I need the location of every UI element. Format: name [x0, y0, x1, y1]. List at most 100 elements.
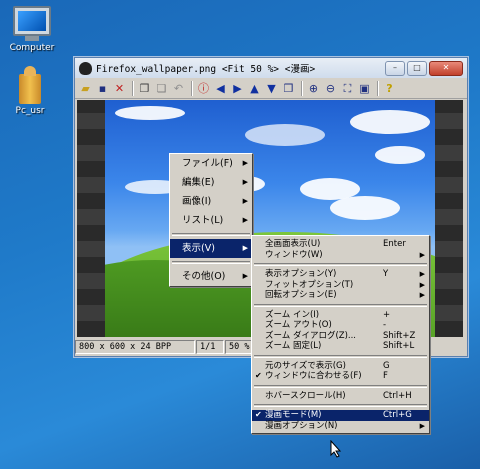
checkmark-icon: ✔ — [255, 410, 262, 419]
arrow-down-icon[interactable]: ▼ — [264, 81, 279, 96]
submenu-arrow-icon: ▶ — [419, 280, 425, 289]
mouse-cursor-icon — [330, 440, 342, 458]
delete-icon[interactable]: ✕ — [112, 81, 127, 96]
info-icon[interactable]: ⓘ — [196, 81, 211, 96]
menu-shortcut: Enter — [383, 239, 406, 249]
toolbar: ▰ ▪ ✕ ❐ ❏ ↶ ⓘ ◀ ▶ ▲ ▼ ❒ ⊕ ⊖ ⛶ ▣ ? — [75, 78, 467, 99]
submenu-arrow-icon: ▶ — [419, 421, 425, 430]
desktop-icon-computer[interactable]: Computer — [2, 6, 62, 53]
menu-item-zoom-in[interactable]: ズーム イン(I) + — [252, 310, 429, 321]
arrow-left-icon[interactable]: ◀ — [213, 81, 228, 96]
menu-item-zoom-lock[interactable]: ズーム 固定(L) Shift+L — [252, 341, 429, 352]
menu-item-fit-options[interactable]: フィットオプション(T) ▶ — [252, 280, 429, 291]
submenu-arrow-icon: ▶ — [242, 216, 248, 224]
menu-shortcut: - — [383, 320, 387, 330]
window-icon[interactable]: ❒ — [281, 81, 296, 96]
menu-item-label: 編集(E) — [182, 177, 215, 188]
submenu-arrow-icon: ▶ — [242, 159, 248, 167]
menu-item-label: フィットオプション(T) — [265, 279, 354, 290]
paste-icon[interactable]: ❏ — [154, 81, 169, 96]
menu-item-label: 表示オプション(Y) — [265, 269, 337, 279]
menu-item-file[interactable]: ファイル(F) ▶ — [170, 154, 252, 173]
checkmark-icon: ✔ — [255, 371, 262, 380]
submenu-arrow-icon: ▶ — [419, 250, 425, 259]
view-submenu: 全画面表示(U) Enter ウィンドウ(W) ▶ 表示オプション(Y) Y ▶ フィッ… — [251, 235, 430, 434]
menu-item-manga-options[interactable]: 漫画オプション(N) ▶ — [252, 421, 429, 432]
menu-item-fullscreen[interactable]: 全画面表示(U) Enter — [252, 239, 429, 250]
menu-item-display-options[interactable]: 表示オプション(Y) Y ▶ — [252, 269, 429, 280]
menu-item-image[interactable]: 画像(I) ▶ — [170, 192, 252, 211]
desktop-icon-label: Pc_usr — [15, 106, 45, 116]
submenu-arrow-icon: ▶ — [419, 291, 425, 299]
checker-background — [77, 100, 105, 337]
menu-item-zoom-out[interactable]: ズーム アウト(O) - — [252, 320, 429, 331]
save-icon[interactable]: ▪ — [95, 81, 110, 96]
menu-item-manga-mode[interactable]: ✔ 漫画モード(M) Ctrl+G — [252, 410, 429, 421]
menu-item-list[interactable]: リスト(L) ▶ — [170, 211, 252, 230]
menu-item-label: リスト(L) — [182, 215, 224, 226]
window-title: Firefox_wallpaper.png <Fit 50 %> <漫画> — [96, 64, 316, 75]
menu-item-label: ホバースクロール(H) — [265, 390, 346, 401]
computer-icon — [12, 6, 52, 41]
menu-item-label: ウィンドウに合わせる(F) — [265, 371, 362, 381]
menu-separator — [172, 233, 250, 236]
menu-item-label: 漫画オプション(N) — [265, 420, 338, 431]
menu-item-rotate-options[interactable]: 回転オプション(E) ▶ — [252, 290, 429, 301]
user-folder-icon — [19, 66, 41, 104]
close-button[interactable]: ✕ — [429, 60, 463, 76]
copy-icon[interactable]: ❐ — [137, 81, 152, 96]
context-menu: ファイル(F) ▶ 編集(E) ▶ 画像(I) ▶ リスト(L) ▶ 表示(V) ▶ その… — [169, 153, 253, 287]
menu-shortcut: Ctrl+G — [383, 410, 412, 420]
menu-shortcut: Ctrl+H — [383, 390, 412, 401]
menu-item-hover-scroll[interactable]: ホバースクロール(H) Ctrl+H — [252, 391, 429, 402]
menu-item-label: 元のサイズで表示(G) — [265, 360, 346, 371]
menu-item-label: ファイル(F) — [182, 158, 233, 169]
arrow-up-icon[interactable]: ▲ — [247, 81, 262, 96]
submenu-arrow-icon: ▶ — [242, 197, 248, 205]
menu-shortcut: Y — [383, 269, 389, 279]
zoom-in-icon[interactable]: ⊕ — [306, 81, 321, 96]
desktop-icon-pc-usr[interactable]: Pc_usr — [0, 66, 60, 116]
submenu-arrow-icon: ▶ — [419, 270, 425, 278]
fullscreen-icon[interactable]: ▣ — [357, 81, 372, 96]
menu-item-label: 全画面表示(U) — [265, 239, 321, 249]
app-cat-icon — [79, 61, 92, 75]
menu-shortcut: + — [383, 309, 391, 320]
submenu-arrow-icon: ▶ — [242, 244, 248, 252]
menu-item-label: ズーム イン(I) — [265, 309, 320, 320]
menu-item-label: ズーム アウト(O) — [265, 320, 332, 330]
submenu-arrow-icon: ▶ — [242, 272, 248, 280]
arrow-right-icon[interactable]: ▶ — [230, 81, 245, 96]
menu-item-original-size[interactable]: 元のサイズで表示(G) G — [252, 361, 429, 372]
menu-item-label: 漫画モード(M) — [265, 410, 322, 420]
status-dimensions: 800 x 600 x 24 BPP — [75, 340, 195, 354]
menu-item-label: ズーム 固定(L) — [265, 341, 322, 351]
menu-shortcut: Shift+Z — [383, 330, 416, 341]
menu-shortcut: G — [383, 360, 390, 371]
menu-separator — [172, 261, 250, 264]
desktop-icon-label: Computer — [9, 43, 55, 53]
menu-shortcut: Shift+L — [383, 341, 415, 351]
fit-icon[interactable]: ⛶ — [340, 81, 355, 96]
checker-background — [435, 100, 463, 337]
menu-item-label: 表示(V) — [182, 243, 215, 254]
help-icon[interactable]: ? — [382, 81, 397, 96]
title-bar[interactable]: Firefox_wallpaper.png <Fit 50 %> <漫画> – … — [75, 58, 467, 78]
zoom-out-icon[interactable]: ⊖ — [323, 81, 338, 96]
maximize-button[interactable]: □ — [407, 60, 427, 76]
submenu-arrow-icon: ▶ — [242, 178, 248, 186]
open-folder-icon[interactable]: ▰ — [78, 81, 93, 96]
menu-item-label: 画像(I) — [182, 196, 212, 207]
menu-item-view[interactable]: 表示(V) ▶ — [170, 239, 252, 258]
menu-item-edit[interactable]: 編集(E) ▶ — [170, 173, 252, 192]
menu-item-label: その他(O) — [182, 271, 226, 282]
menu-item-window[interactable]: ウィンドウ(W) ▶ — [252, 250, 429, 261]
undo-icon[interactable]: ↶ — [171, 81, 186, 96]
menu-shortcut: F — [383, 371, 388, 381]
menu-item-label: ウィンドウ(W) — [265, 249, 323, 260]
minimize-button[interactable]: – — [385, 60, 405, 76]
menu-item-other[interactable]: その他(O) ▶ — [170, 267, 252, 286]
status-page: 1/1 — [196, 340, 224, 354]
menu-item-fit-window[interactable]: ✔ ウィンドウに合わせる(F) F — [252, 371, 429, 382]
menu-item-zoom-dialog[interactable]: ズーム ダイアログ(Z)... Shift+Z — [252, 331, 429, 342]
